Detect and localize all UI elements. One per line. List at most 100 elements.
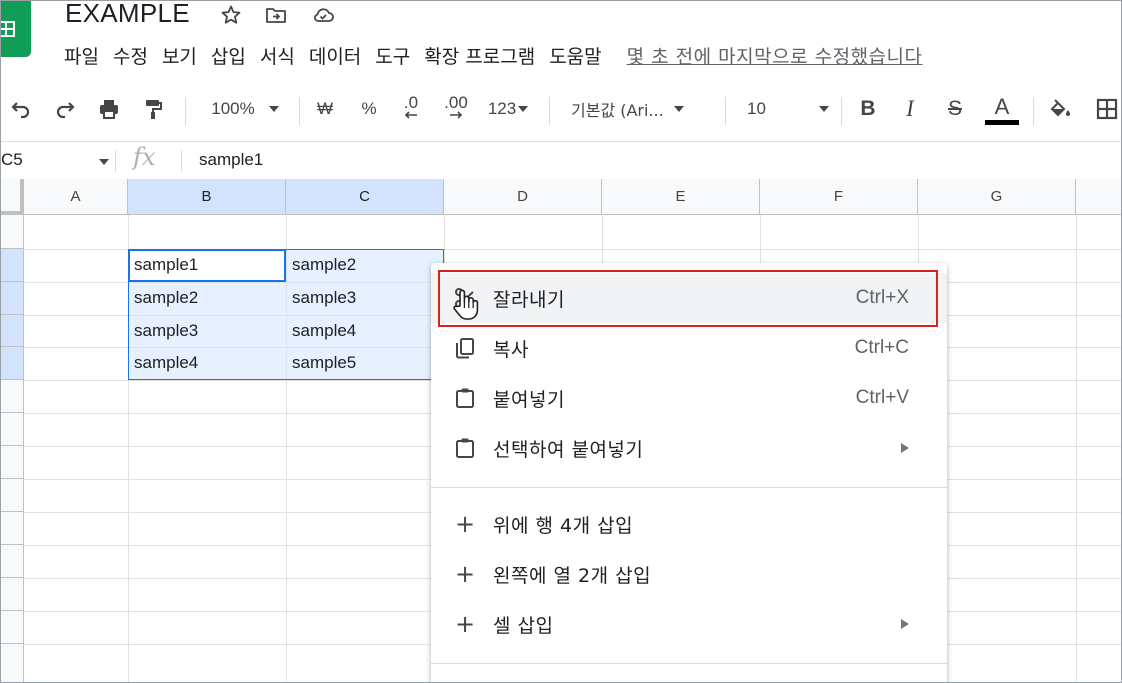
- cell-c2[interactable]: sample2: [286, 249, 444, 281]
- row-header[interactable]: [1, 644, 24, 682]
- column-header-f[interactable]: F: [760, 179, 918, 215]
- more-formats-label: 123: [487, 99, 517, 118]
- toolbar-divider: [185, 97, 186, 125]
- cell-b4[interactable]: sample3: [128, 315, 286, 347]
- text-color-button[interactable]: A: [985, 89, 1019, 129]
- menu-file[interactable]: 파일: [57, 43, 106, 71]
- text-color-label: A: [994, 93, 1010, 119]
- menu-edit[interactable]: 수정: [106, 43, 155, 71]
- select-all-corner[interactable]: [1, 179, 24, 215]
- menu-item-insert-cols-left[interactable]: + 왼쪽에 열 2개 삽입: [431, 549, 947, 599]
- menu-item-paste[interactable]: 붙여넣기 Ctrl+V: [431, 373, 947, 423]
- menu-insert[interactable]: 삽입: [204, 43, 253, 71]
- toolbar-divider: [725, 97, 726, 125]
- menu-format[interactable]: 서식: [253, 43, 302, 71]
- toolbar-divider: [549, 97, 550, 125]
- font-family-value: 기본값 (Ari...: [571, 101, 664, 120]
- strikethrough-button[interactable]: S: [943, 93, 967, 125]
- app-window: EXAMPLE 파일 수정 보기 삽입 서식 데이터 도구 확장 프로그램 도움…: [0, 0, 1122, 683]
- column-header-h[interactable]: [1076, 179, 1121, 215]
- menu-view[interactable]: 보기: [155, 43, 204, 71]
- font-size-value: 10: [747, 99, 766, 118]
- italic-button[interactable]: I: [899, 93, 921, 125]
- menu-item-insert-cells-label: 셀 삽입: [493, 614, 554, 637]
- row-header[interactable]: [1, 512, 24, 545]
- borders-icon: [1096, 98, 1118, 120]
- percent-format-button[interactable]: %: [357, 93, 381, 125]
- cell-b2[interactable]: sample1: [128, 249, 286, 281]
- menu-item-copy-label: 복사: [493, 338, 529, 361]
- toolbar-divider: [1033, 97, 1034, 125]
- cell-c3[interactable]: sample3: [286, 282, 444, 314]
- formula-input[interactable]: sample1: [199, 150, 263, 170]
- menu-bar: 파일 수정 보기 삽입 서식 데이터 도구 확장 프로그램 도움말 몇 초 전에…: [57, 43, 930, 71]
- menu-item-paste-shortcut: Ctrl+V: [855, 387, 909, 408]
- name-box[interactable]: C5: [1, 150, 23, 170]
- redo-button[interactable]: [51, 93, 79, 125]
- row-header[interactable]: [1, 347, 24, 380]
- cell-b3[interactable]: sample2: [128, 282, 286, 314]
- chevron-down-icon: [268, 106, 279, 112]
- cell-c5[interactable]: sample5: [286, 347, 444, 379]
- row-header[interactable]: [1, 578, 24, 611]
- arrow-left-icon: [404, 111, 417, 119]
- move-folder-icon[interactable]: [264, 3, 288, 27]
- more-formats-select[interactable]: 123: [483, 93, 533, 125]
- chevron-down-icon: [819, 106, 829, 112]
- menu-extensions[interactable]: 확장 프로그램: [417, 43, 542, 71]
- column-header-e[interactable]: E: [602, 179, 760, 215]
- undo-icon: [11, 102, 30, 119]
- column-header-d[interactable]: D: [444, 179, 602, 215]
- chevron-down-icon: [673, 106, 684, 112]
- row-header[interactable]: [1, 446, 24, 479]
- cell-c4[interactable]: sample4: [286, 315, 444, 347]
- sheets-logo[interactable]: [1, 1, 31, 57]
- borders-button[interactable]: [1093, 93, 1121, 125]
- row-header[interactable]: [1, 413, 24, 446]
- formula-divider: [115, 150, 116, 172]
- column-header-b[interactable]: B: [128, 179, 286, 215]
- column-header-a[interactable]: A: [24, 179, 128, 215]
- cloud-saved-icon[interactable]: [311, 3, 335, 27]
- font-family-select[interactable]: 기본값 (Ari...: [571, 93, 711, 125]
- formula-divider: [181, 150, 182, 172]
- row-header[interactable]: [1, 479, 24, 512]
- highlight-annotation-box: [438, 270, 938, 327]
- submenu-arrow-icon: [901, 619, 909, 629]
- menu-item-paste-label: 붙여넣기: [493, 388, 565, 411]
- row-header[interactable]: [1, 380, 24, 413]
- paint-format-button[interactable]: [139, 93, 167, 125]
- row-header[interactable]: [1, 315, 24, 347]
- cell-b5[interactable]: sample4: [128, 347, 286, 379]
- fill-color-button[interactable]: [1047, 93, 1075, 125]
- row-header[interactable]: [1, 611, 24, 644]
- menu-data[interactable]: 데이터: [302, 43, 368, 71]
- column-header-g[interactable]: G: [918, 179, 1076, 215]
- plus-icon: +: [455, 560, 476, 588]
- font-size-select[interactable]: 10: [747, 93, 829, 125]
- currency-format-button[interactable]: ₩: [313, 93, 337, 125]
- chevron-down-icon[interactable]: [99, 159, 109, 165]
- bold-button[interactable]: B: [857, 93, 879, 125]
- print-button[interactable]: [95, 93, 123, 125]
- decrease-decimal-button[interactable]: .0: [397, 91, 425, 123]
- submenu-arrow-icon: [901, 443, 909, 453]
- undo-button[interactable]: [7, 93, 35, 125]
- redo-icon: [56, 102, 75, 119]
- row-header[interactable]: [1, 545, 24, 578]
- row-header[interactable]: [1, 215, 24, 249]
- last-edit-link[interactable]: 몇 초 전에 마지막으로 수정했습니다: [609, 43, 930, 71]
- row-header[interactable]: [1, 282, 24, 315]
- menu-item-paste-special[interactable]: 선택하여 붙여넣기: [431, 423, 947, 473]
- star-icon[interactable]: [219, 3, 243, 27]
- row-header[interactable]: [1, 249, 24, 282]
- menu-item-copy[interactable]: 복사 Ctrl+C: [431, 323, 947, 373]
- increase-decimal-button[interactable]: .00: [439, 91, 473, 123]
- menu-item-insert-rows-above[interactable]: + 위에 행 4개 삽입: [431, 499, 947, 549]
- document-title[interactable]: EXAMPLE: [65, 1, 190, 29]
- menu-tools[interactable]: 도구: [368, 43, 417, 71]
- zoom-select[interactable]: 100%: [203, 93, 287, 125]
- menu-help[interactable]: 도움말: [542, 43, 608, 71]
- menu-item-insert-cells[interactable]: + 셀 삽입: [431, 599, 947, 649]
- column-header-c[interactable]: C: [286, 179, 444, 215]
